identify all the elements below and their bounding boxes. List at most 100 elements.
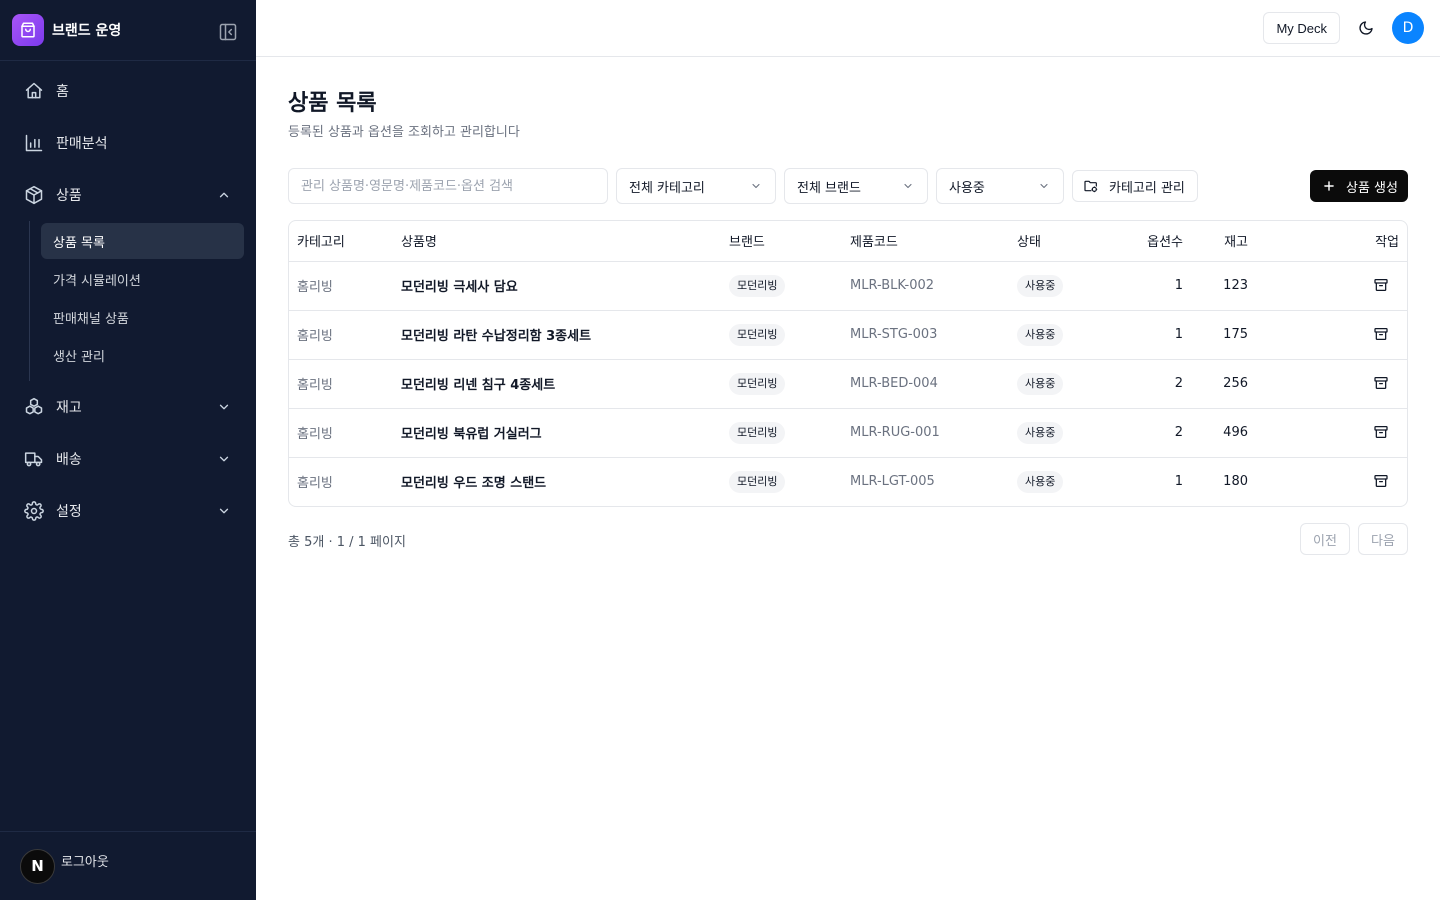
cell-status: 사용중 <box>1009 261 1109 311</box>
cell-product-code: MLR-RUG-001 <box>842 408 1009 458</box>
subnav-item-production[interactable]: 생산 관리 <box>41 337 244 373</box>
cell-brand: 모던리빙 <box>721 261 842 311</box>
cell-product-name[interactable]: 모던리빙 리넨 침구 4종세트 <box>393 359 721 409</box>
table-row[interactable]: 홈리빙 모던리빙 리넨 침구 4종세트 모던리빙 MLR-BED-004 사용중 2 256 <box>289 359 1407 409</box>
logout-label: 로그아웃 <box>61 854 109 870</box>
sidebar-item-home[interactable]: 홈 <box>0 65 256 117</box>
sidebar-item-settings[interactable]: 설정 <box>0 485 256 537</box>
column-header[interactable]: 상품명 <box>393 221 721 262</box>
folder-icon <box>1083 178 1099 194</box>
bar-chart-icon <box>24 133 44 153</box>
pagination-info: 총 5개 · 1 / 1 페이지 <box>288 535 406 550</box>
avatar: N <box>20 848 55 884</box>
sidebar-item-sales-analysis[interactable]: 판매분석 <box>0 117 256 169</box>
cell-stock: 123 <box>1191 261 1256 311</box>
next-page-button[interactable]: 다음 <box>1358 523 1408 555</box>
brand-select[interactable]: 전체 브랜드 <box>784 168 928 204</box>
chevron-down-icon <box>1037 179 1051 193</box>
toolbar: 전체 카테고리 전체 브랜드 사용중 카테고리 관리 <box>288 168 1408 204</box>
subnav-item-price-simulation[interactable]: 가격 시뮬레이션 <box>41 261 244 297</box>
status-badge: 사용중 <box>1017 470 1064 493</box>
logout-button[interactable]: N 로그아웃 <box>0 831 256 900</box>
sidebar-item-label: 설정 <box>56 504 82 520</box>
cell-product-name[interactable]: 모던리빙 북유럽 거실러그 <box>393 408 721 458</box>
avatar[interactable]: D <box>1392 12 1424 44</box>
create-product-button[interactable]: 상품 생성 <box>1310 170 1408 202</box>
shopping-bag-icon[interactable] <box>12 14 44 46</box>
cell-product-name[interactable]: 모던리빙 극세사 담요 <box>393 261 721 311</box>
column-header[interactable]: 옵션수 <box>1109 221 1191 262</box>
cell-status: 사용중 <box>1009 310 1109 360</box>
cell-stock: 180 <box>1223 474 1248 490</box>
cell-actions <box>1256 457 1407 506</box>
sidebar-nav: 홈 판매분석 상품 상품 목록 가격 시뮬레이션 판매채널 상품 생산 관리 재… <box>0 61 256 537</box>
category-manage-button[interactable]: 카테고리 관리 <box>1072 170 1198 202</box>
chevron-up-icon <box>216 187 232 203</box>
pagination: 총 5개 · 1 / 1 페이지 이전 다음 <box>288 523 1408 555</box>
brand-name: 브랜드 운영 <box>52 23 122 39</box>
brand-badge: 모던리빙 <box>729 323 786 346</box>
product-table: 카테고리 상품명 브랜드 제품코드 상태 옵션수 재고 작업 홈리빙 모던리빙 극… <box>288 220 1408 507</box>
table-row[interactable]: 홈리빙 모던리빙 북유럽 거실러그 모던리빙 MLR-RUG-001 사용중 2 496 <box>289 408 1407 458</box>
chevron-down-icon <box>749 179 763 193</box>
cell-stock: 175 <box>1191 310 1256 360</box>
cell-option-count: 2 <box>1109 359 1191 409</box>
status-select-value: 사용중 <box>949 180 985 196</box>
archive-icon[interactable] <box>1371 324 1391 344</box>
status-select[interactable]: 사용중 <box>936 168 1064 204</box>
cell-actions <box>1256 310 1407 360</box>
subnav-item-product-list[interactable]: 상품 목록 <box>41 223 244 259</box>
table-row[interactable]: 홈리빙 모던리빙 우드 조명 스탠드 모던리빙 MLR-LGT-005 사용중 1 180 <box>289 457 1407 506</box>
archive-icon[interactable] <box>1371 373 1391 393</box>
category-select-value: 전체 카테고리 <box>629 180 705 196</box>
boxes-icon <box>24 397 44 417</box>
archive-icon[interactable] <box>1371 471 1391 491</box>
prev-page-button[interactable]: 이전 <box>1300 523 1350 555</box>
archive-icon[interactable] <box>1371 275 1391 295</box>
sidebar-item-inventory[interactable]: 재고 <box>0 381 256 433</box>
category-select[interactable]: 전체 카테고리 <box>616 168 776 204</box>
page-subtitle: 등록된 상품과 옵션을 조회하고 관리합니다 <box>288 125 520 140</box>
table-row[interactable]: 홈리빙 모던리빙 극세사 담요 모던리빙 MLR-BLK-002 사용중 1 123 <box>289 261 1407 311</box>
column-header[interactable]: 카테고리 <box>289 221 393 262</box>
cell-category: 홈리빙 <box>289 359 393 409</box>
cell-category: 홈리빙 <box>297 476 333 492</box>
chevron-down-icon <box>901 179 915 193</box>
search-input[interactable] <box>288 168 608 204</box>
package-icon <box>24 185 44 205</box>
cell-brand: 모던리빙 <box>721 310 842 360</box>
subnav-item-channel-products[interactable]: 판매채널 상품 <box>41 299 244 335</box>
column-header[interactable]: 상태 <box>1009 221 1109 262</box>
cell-product-name[interactable]: 모던리빙 라탄 수납정리함 3종세트 <box>393 310 721 360</box>
archive-icon[interactable] <box>1371 422 1391 442</box>
sidebar-item-shipping[interactable]: 배송 <box>0 433 256 485</box>
status-badge: 사용중 <box>1017 372 1064 395</box>
gear-icon <box>24 501 44 521</box>
column-header[interactable]: 재고 <box>1191 221 1256 262</box>
sidebar-item-products[interactable]: 상품 <box>0 169 256 221</box>
cell-option-count: 1 <box>1174 474 1183 490</box>
sidebar-item-label: 배송 <box>56 452 82 468</box>
sidebar-item-label: 홈 <box>56 84 69 100</box>
cell-brand: 모던리빙 <box>721 359 842 409</box>
home-icon <box>24 81 44 101</box>
cell-product-name[interactable]: 모던리빙 우드 조명 스탠드 <box>393 457 721 506</box>
moon-icon[interactable] <box>1354 16 1378 40</box>
my-deck-button[interactable]: My Deck <box>1263 12 1340 44</box>
sidebar-item-label: 상품 <box>56 188 82 204</box>
cell-brand: 모던리빙 <box>721 457 842 506</box>
sidebar: 브랜드 운영 홈 판매분석 상품 상품 목록 가격 시뮬레이션 판매채널 상품 … <box>0 0 256 900</box>
brand-select-value: 전체 브랜드 <box>797 180 861 196</box>
cell-actions <box>1256 261 1407 311</box>
status-badge: 사용중 <box>1017 421 1064 444</box>
chevron-down-icon <box>216 399 232 415</box>
cell-stock: 496 <box>1191 408 1256 458</box>
cell-option-count: 2 <box>1109 408 1191 458</box>
column-header[interactable]: 제품코드 <box>842 221 1009 262</box>
table-row[interactable]: 홈리빙 모던리빙 라탄 수납정리함 3종세트 모던리빙 MLR-STG-003 사용중 1… <box>289 310 1407 360</box>
column-header[interactable]: 브랜드 <box>721 221 842 262</box>
truck-icon <box>24 449 44 469</box>
sidebar-collapse-icon[interactable] <box>216 20 240 44</box>
cell-status: 사용중 <box>1009 457 1109 506</box>
brand-badge: 모던리빙 <box>729 274 786 297</box>
